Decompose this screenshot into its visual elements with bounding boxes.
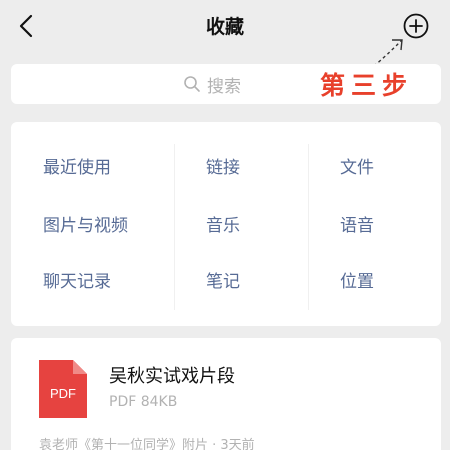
category-voice[interactable]: 语音 bbox=[340, 194, 374, 252]
category-links[interactable]: 链接 bbox=[206, 136, 240, 194]
pdf-file-icon: PDF bbox=[39, 360, 87, 418]
category-files[interactable]: 文件 bbox=[340, 136, 374, 194]
category-recent[interactable]: 最近使用 bbox=[43, 136, 111, 194]
favorites-page: 收藏 搜索 第三步 最近使用 链接 文件 图片与视频 音乐 语音 聊天记录 笔记… bbox=[0, 0, 450, 450]
category-location[interactable]: 位置 bbox=[340, 250, 374, 308]
step-annotation: 第三步 bbox=[320, 71, 414, 100]
category-row: 最近使用 链接 文件 bbox=[11, 136, 441, 194]
category-music[interactable]: 音乐 bbox=[206, 194, 240, 252]
favorite-item[interactable]: PDF 吴秋实试戏片段 PDF 84KB 袁老师《第十一位同学》附片 · 3天前 bbox=[11, 338, 441, 450]
category-photos-videos[interactable]: 图片与视频 bbox=[43, 194, 128, 252]
category-grid: 最近使用 链接 文件 图片与视频 音乐 语音 聊天记录 笔记 位置 bbox=[11, 122, 441, 326]
search-placeholder: 搜索 bbox=[207, 76, 241, 97]
pdf-icon-label: PDF bbox=[50, 386, 76, 401]
category-row: 聊天记录 笔记 位置 bbox=[11, 250, 441, 308]
favorite-title: 吴秋实试戏片段 bbox=[109, 366, 235, 387]
category-notes[interactable]: 笔记 bbox=[206, 250, 240, 308]
category-chat-history[interactable]: 聊天记录 bbox=[43, 250, 111, 308]
search-icon bbox=[184, 76, 200, 92]
favorite-meta: PDF 84KB bbox=[109, 394, 178, 410]
favorite-source: 袁老师《第十一位同学》附片 · 3天前 bbox=[39, 438, 255, 450]
category-row: 图片与视频 音乐 语音 bbox=[11, 194, 441, 252]
